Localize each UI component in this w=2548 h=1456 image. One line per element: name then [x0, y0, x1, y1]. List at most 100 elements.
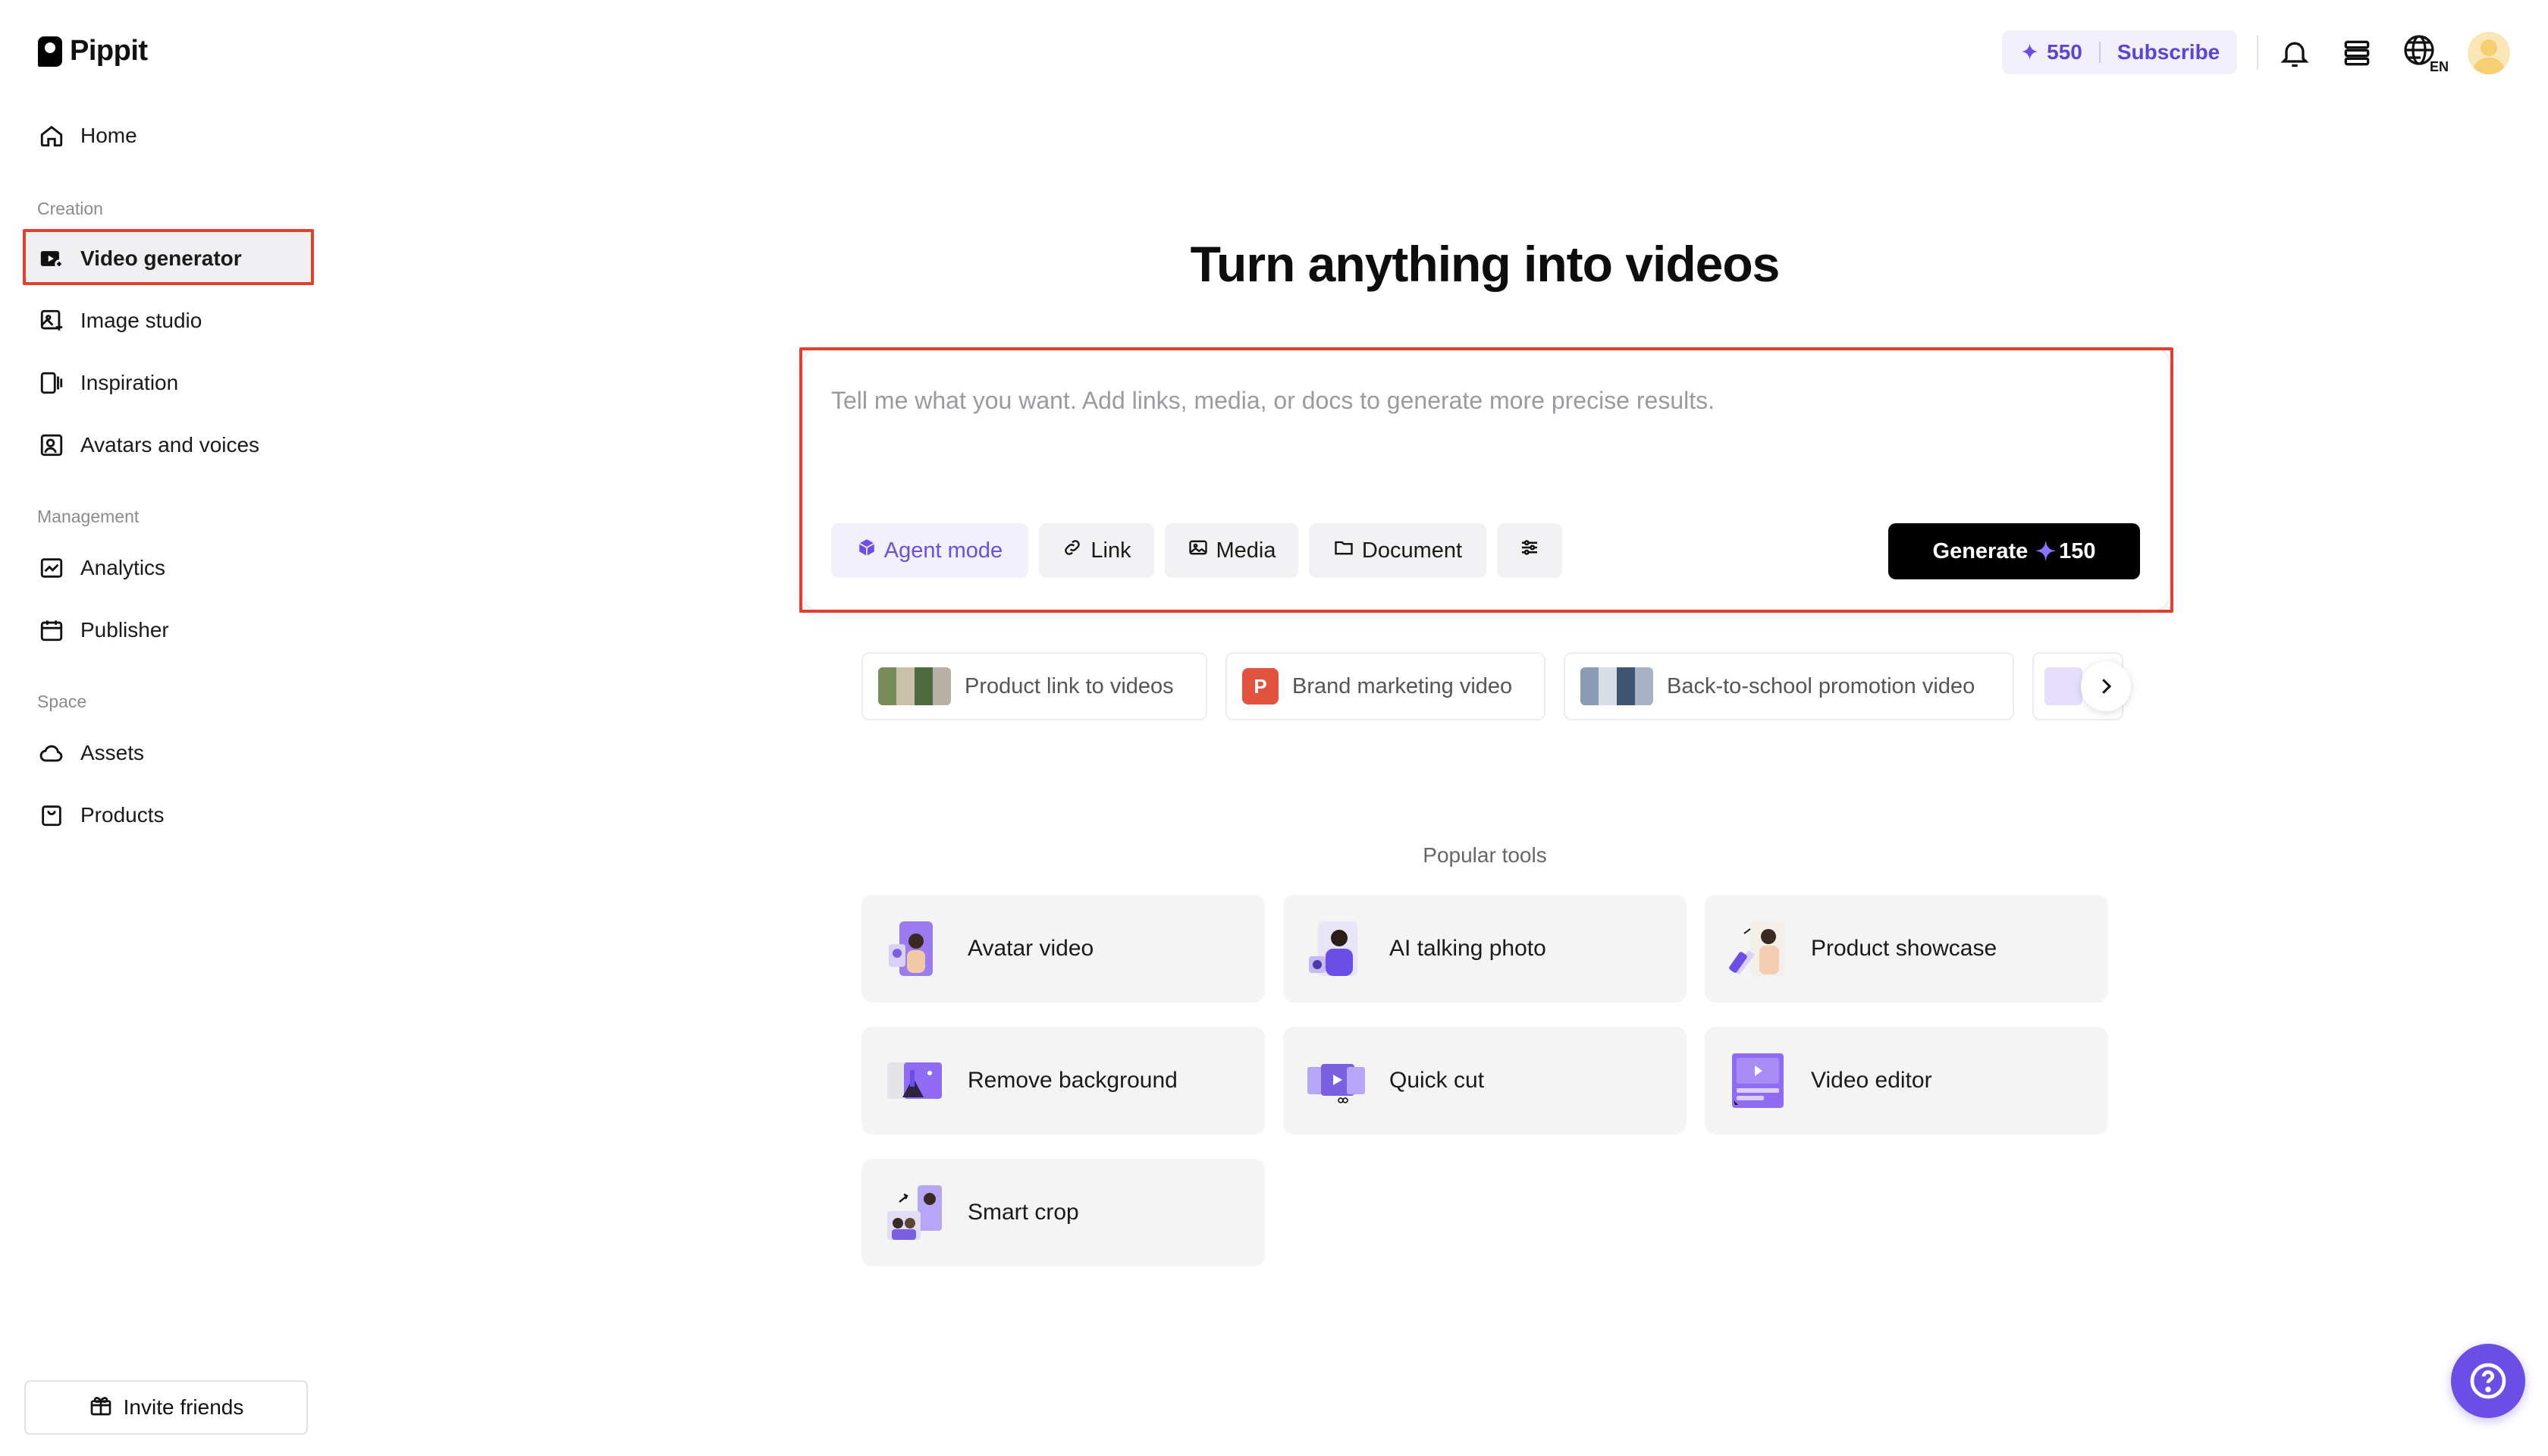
sidebar-item-label: Inspiration [80, 371, 179, 394]
storage-icon[interactable] [2337, 33, 2377, 73]
sparkle-icon: ✦ [2020, 39, 2040, 65]
sidebar-item-inspiration[interactable]: Inspiration [23, 356, 314, 410]
section-label-space: Space [37, 692, 87, 711]
document-label: Document [1361, 538, 1463, 563]
sidebar-item-label: Analytics [80, 556, 166, 579]
sidebar-item-publisher[interactable]: Publisher [23, 604, 314, 657]
remove-background-thumbnail [884, 1050, 945, 1111]
suggestion-thumbnail [2044, 667, 2082, 705]
link-button[interactable]: Link [1039, 523, 1154, 578]
media-label: Media [1216, 538, 1276, 563]
divider [2098, 42, 2101, 63]
generate-label: Generate [1932, 538, 2029, 563]
tool-smart-crop[interactable]: Smart crop [861, 1159, 1265, 1266]
settings-sliders-button[interactable] [1497, 523, 1562, 578]
tool-remove-background[interactable]: Remove background [861, 1027, 1265, 1134]
brand-name: Pippit [70, 35, 148, 67]
cube-icon [857, 538, 877, 563]
agent-mode-button[interactable]: Agent mode [831, 523, 1028, 578]
sidebar-item-label: Publisher [80, 618, 169, 642]
suggestion-back-to-school[interactable]: Back-to-school promotion video [1564, 652, 2014, 720]
sidebar-item-avatars-and-voices[interactable]: Avatars and voices [23, 419, 314, 472]
tool-ai-talking-photo[interactable]: AI talking photo [1283, 895, 1687, 1003]
help-button[interactable] [2451, 1344, 2525, 1418]
tool-avatar-video[interactable]: Avatar video [861, 895, 1265, 1003]
quick-cut-thumbnail [1306, 1050, 1367, 1111]
page-title: Turn anything into videos [1190, 236, 1781, 292]
media-button[interactable]: Media [1165, 523, 1298, 578]
tool-label: Video editor [1811, 1068, 1932, 1093]
help-question-icon [2470, 1363, 2506, 1399]
folder-icon [1333, 537, 1354, 564]
popular-tools-heading: Popular tools [1423, 843, 1547, 867]
sidebar-item-assets[interactable]: Assets [23, 726, 314, 780]
gift-icon [89, 1393, 113, 1423]
tool-label: Remove background [968, 1068, 1178, 1093]
avatar[interactable] [2468, 32, 2510, 74]
suggestion-label: Product link to videos [965, 673, 1174, 698]
tool-label: Product showcase [1811, 936, 1997, 961]
suggestion-thumbnail [878, 667, 951, 705]
sidebar-item-label: Assets [80, 741, 145, 764]
agent-mode-label: Agent mode [883, 538, 1003, 563]
suggestion-label: Back-to-school promotion video [1667, 673, 1975, 698]
sidebar: Pippit Home Creation Video generator Ima… [0, 0, 334, 1456]
home-icon [38, 122, 65, 149]
sparkle-icon: ✦ [2035, 538, 2057, 565]
credits-count: 550 [2047, 40, 2082, 64]
document-button[interactable]: Document [1309, 523, 1486, 578]
scroll-next-button[interactable] [2081, 661, 2131, 711]
calendar-icon [38, 617, 65, 644]
sidebar-item-label: Video generator [80, 246, 242, 270]
image-plus-icon [38, 307, 65, 334]
sidebar-item-image-studio[interactable]: Image studio [23, 294, 314, 347]
link-label: Link [1090, 538, 1131, 563]
sidebar-item-products[interactable]: Products [23, 789, 314, 842]
generate-cost: 150 [2059, 538, 2096, 563]
section-label-management: Management [37, 507, 140, 526]
tool-label: Quick cut [1389, 1068, 1485, 1093]
tool-video-editor[interactable]: Video editor [1705, 1027, 2108, 1134]
sidebar-item-home[interactable]: Home [23, 109, 314, 162]
inspiration-icon [38, 369, 65, 397]
cloud-icon [38, 739, 65, 767]
tool-label: AI talking photo [1389, 936, 1546, 961]
suggestion-label: Brand marketing video [1292, 673, 1513, 698]
section-label-creation: Creation [37, 199, 103, 218]
sidebar-item-label: Home [80, 124, 137, 147]
sidebar-item-label: Products [80, 803, 165, 827]
ai-talking-photo-thumbnail [1306, 918, 1367, 979]
link-icon [1062, 537, 1083, 564]
prompt-input[interactable] [831, 387, 2120, 415]
brand-badge: P [1242, 668, 1279, 704]
generate-button[interactable]: Generate ✦ 150 [1888, 523, 2140, 579]
bell-icon[interactable] [2275, 33, 2314, 73]
sidebar-item-video-generator[interactable]: Video generator [23, 232, 314, 285]
tool-product-showcase[interactable]: Product showcase [1705, 895, 2108, 1003]
invite-friends-button[interactable]: Invite friends [24, 1380, 308, 1435]
analytics-icon [38, 554, 65, 582]
sidebar-item-analytics[interactable]: Analytics [23, 541, 314, 595]
suggestion-brand-marketing[interactable]: P Brand marketing video [1225, 652, 1545, 720]
image-icon [1188, 537, 1209, 564]
tool-label: Avatar video [968, 936, 1094, 961]
language-globe-icon[interactable]: EN [2399, 33, 2451, 73]
sidebar-item-label: Image studio [80, 309, 202, 332]
subscribe-button[interactable]: Subscribe [2117, 40, 2220, 64]
divider [2257, 35, 2258, 70]
video-editor-thumbnail [1727, 1050, 1788, 1111]
invite-friends-label: Invite friends [123, 1395, 244, 1419]
language-code: EN [2430, 59, 2448, 73]
suggestion-product-link[interactable]: Product link to videos [861, 652, 1207, 720]
tool-label: Smart crop [968, 1200, 1079, 1225]
credits-pill[interactable]: ✦ 550 Subscribe [2002, 30, 2237, 74]
avatar-voice-icon [38, 431, 65, 459]
pippit-logo[interactable]: Pippit [38, 35, 148, 67]
tool-quick-cut[interactable]: Quick cut [1283, 1027, 1687, 1134]
product-showcase-thumbnail [1727, 918, 1788, 979]
pippit-logo-icon [38, 36, 62, 67]
video-plus-icon [38, 245, 65, 272]
suggestion-thumbnail [1580, 667, 1653, 705]
avatar-video-thumbnail [884, 918, 945, 979]
product-box-icon [38, 802, 65, 829]
